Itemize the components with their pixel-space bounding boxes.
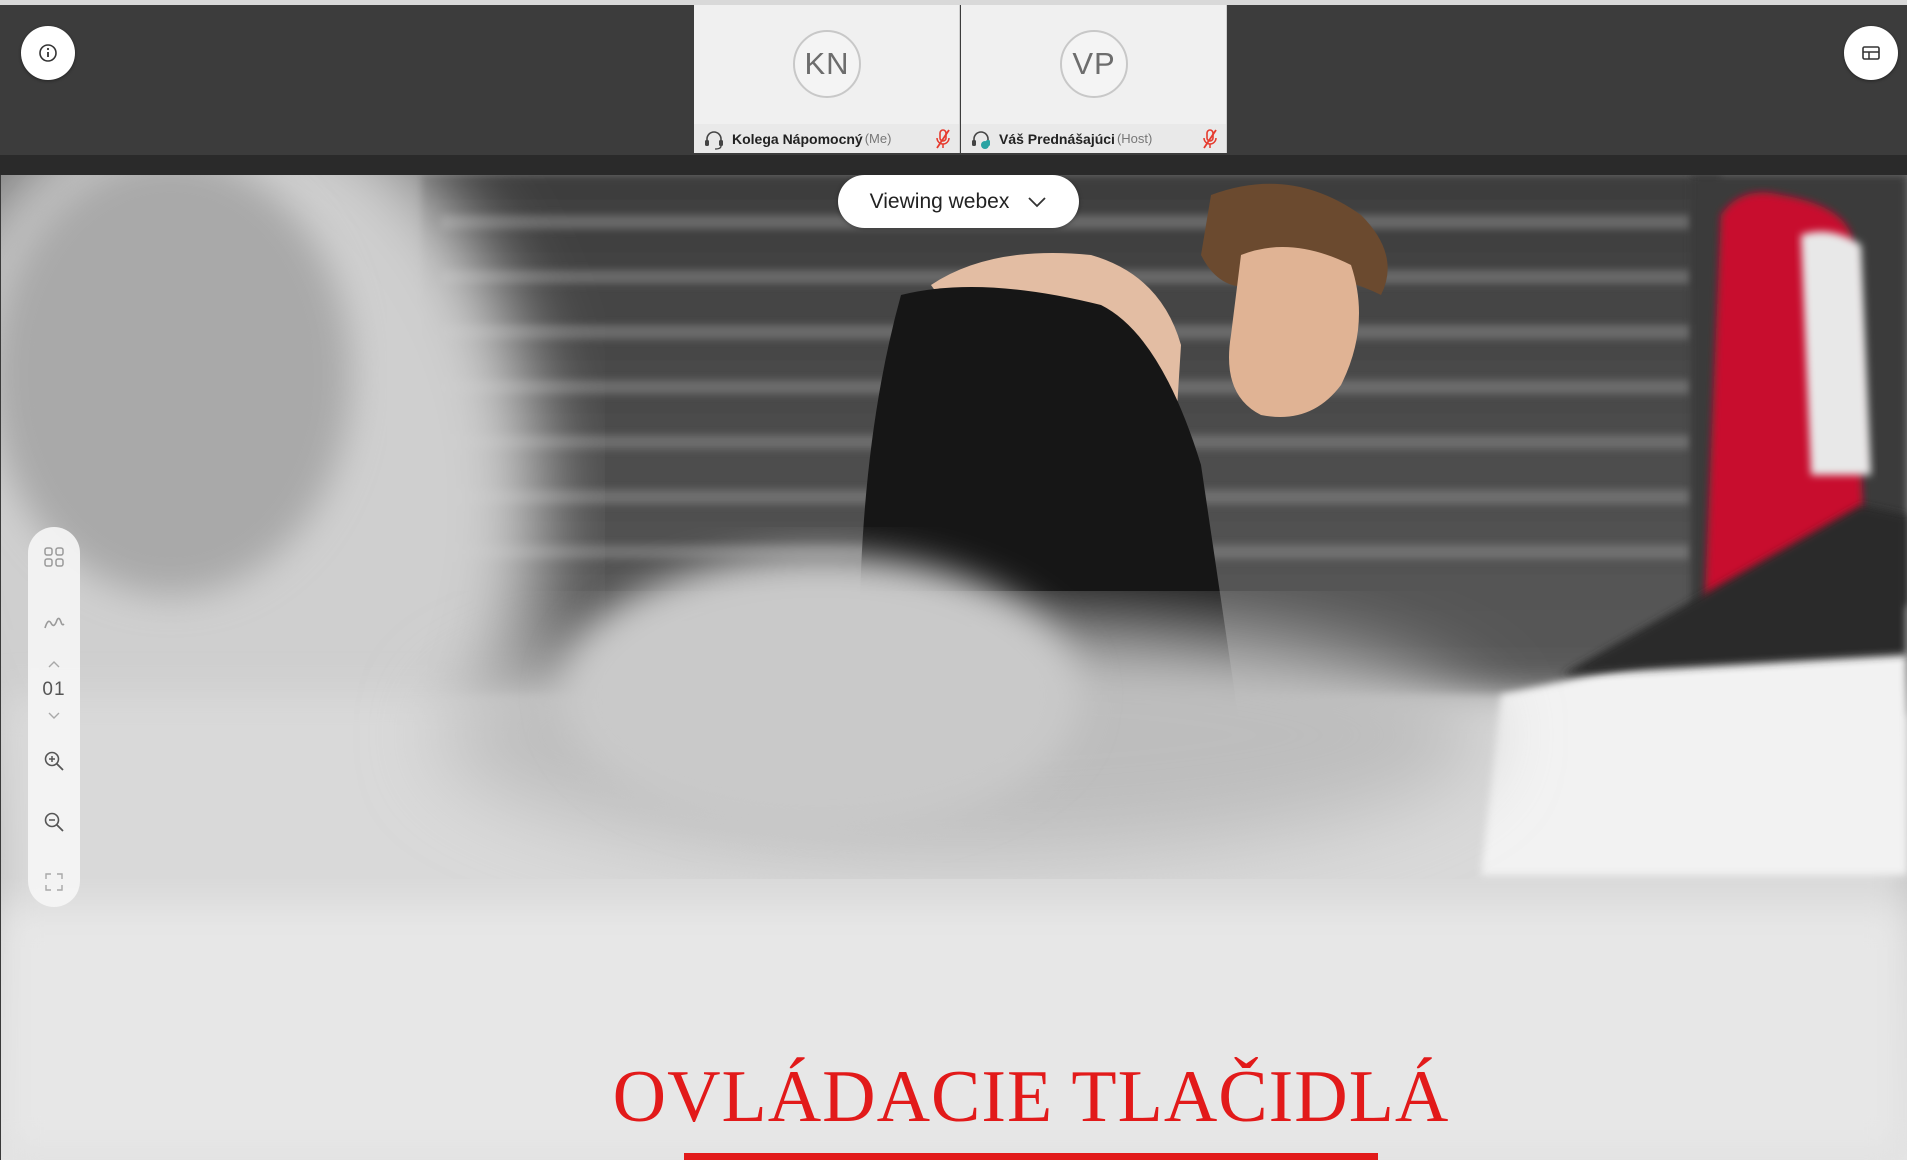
participant-tag: (Host) [1116, 131, 1153, 146]
participant-strip: KN Kolega Nápomocný (Me) VP Váš Prednáša… [0, 0, 1907, 175]
page-down-button[interactable] [28, 707, 80, 725]
slide-background-photo [1, 175, 1907, 1160]
annotate-button[interactable] [28, 605, 80, 641]
viewing-label: Viewing webex [869, 189, 1010, 213]
fit-button[interactable] [28, 864, 80, 900]
page-number: 01 [28, 675, 80, 705]
slide-title: OVLÁDACIE TLAČIDLÁ [612, 1056, 1450, 1138]
info-button[interactable] [21, 26, 75, 80]
annotate-icon [44, 617, 65, 629]
shared-content: Viewing webex 01 OVLÁDACIE TLAČIDLÁ [1, 175, 1907, 1160]
headset-icon [705, 130, 723, 150]
page-up-icon [48, 661, 60, 668]
participant-name: Kolega Nápomocný [732, 130, 863, 147]
participant-name: Váš Prednášajúci [999, 130, 1115, 147]
page-up-button[interactable] [28, 655, 80, 673]
page-down-icon [48, 712, 60, 719]
avatar: KN [793, 30, 861, 98]
webex-meeting-window: KN Kolega Nápomocný (Me) VP Váš Prednáša… [0, 0, 1907, 1160]
thumbnails-icon [44, 547, 64, 567]
participant-tag: (Me) [864, 131, 892, 146]
layout-button[interactable] [1844, 26, 1898, 80]
zoom-in-icon [44, 751, 64, 771]
layout-icon [1862, 46, 1880, 60]
zoom-in-button[interactable] [28, 743, 80, 779]
presentation-toolbar: 01 [28, 527, 80, 907]
zoom-out-button[interactable] [28, 804, 80, 840]
viewing-dropdown[interactable]: Viewing webex [838, 175, 1079, 228]
participant-namebar: Kolega Nápomocný (Me) [694, 124, 959, 153]
avatar: VP [1060, 30, 1128, 98]
chevron-down-icon [1028, 196, 1046, 207]
page-number-text: 01 [42, 679, 66, 700]
zoom-out-icon [44, 812, 64, 832]
participant-namebar: Váš Prednášajúci (Host) [961, 124, 1226, 153]
thumbnails-button[interactable] [28, 539, 80, 575]
title-underline [684, 1153, 1378, 1160]
participant-tile[interactable]: KN Kolega Nápomocný (Me) [694, 5, 960, 153]
muted-mic-icon[interactable] [935, 128, 951, 150]
participant-tile[interactable]: VP Váš Prednášajúci (Host) [961, 5, 1227, 153]
headset-icon [972, 130, 990, 149]
info-icon [39, 44, 57, 62]
strip-divider [0, 155, 1907, 175]
muted-mic-icon[interactable] [1202, 128, 1218, 150]
fit-icon [45, 873, 63, 891]
